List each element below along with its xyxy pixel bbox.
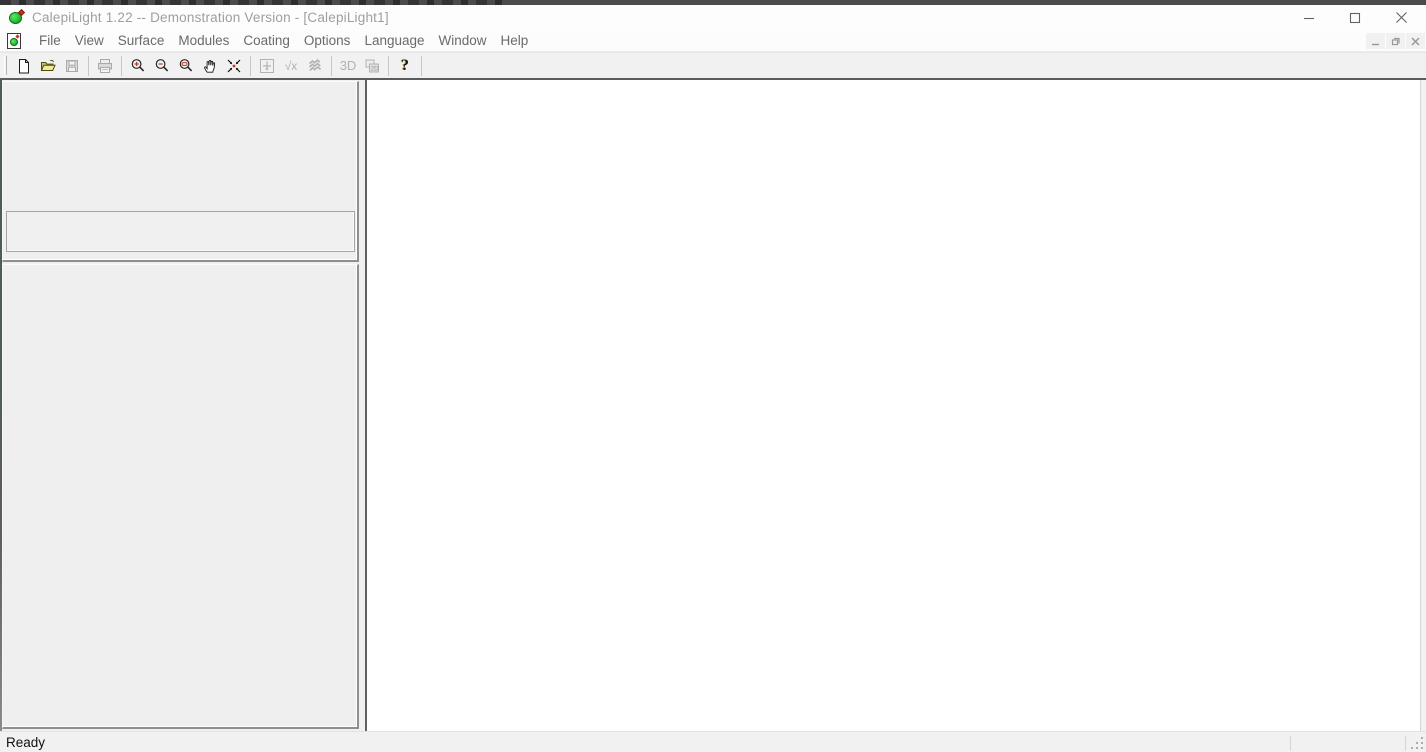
- zoom-in-button[interactable]: [126, 54, 150, 78]
- two-d-label: 2D: [371, 65, 379, 72]
- status-pane-separator: [1290, 736, 1291, 751]
- zoom-window-button[interactable]: [174, 54, 198, 78]
- menu-language[interactable]: Language: [357, 30, 431, 51]
- print-button: [93, 54, 117, 78]
- window-title: CalepiLight 1.22 -- Demonstration Versio…: [32, 10, 389, 25]
- menu-coating[interactable]: Coating: [236, 30, 297, 51]
- printer-icon: [97, 58, 113, 74]
- new-document-button[interactable]: [12, 54, 36, 78]
- resize-grip[interactable]: [1409, 735, 1423, 749]
- insert-plot-button: [255, 54, 279, 78]
- close-icon: [1395, 11, 1408, 24]
- help-question-icon: ?: [401, 58, 409, 74]
- minimize-icon: [1303, 12, 1315, 24]
- toolbar: √x 3D 2D ?: [0, 52, 1426, 80]
- save-floppy-icon: [64, 58, 80, 74]
- mdi-restore-icon: [1391, 36, 1401, 46]
- mdi-close-button[interactable]: [1406, 33, 1425, 49]
- close-button[interactable]: [1378, 5, 1424, 30]
- control-panel-bottom[interactable]: [2, 264, 359, 729]
- mesh-stack-icon: [307, 58, 323, 74]
- surface-mesh-button: [303, 54, 327, 78]
- zoom-out-icon: [154, 58, 170, 74]
- toolbar-grip[interactable]: [4, 56, 7, 75]
- collapse-arrows-icon: [226, 58, 242, 74]
- zoom-in-icon: [130, 58, 146, 74]
- toolbar-separator: [88, 56, 89, 76]
- minimize-button[interactable]: [1286, 5, 1332, 30]
- save-button: [60, 54, 84, 78]
- menu-file[interactable]: File: [32, 30, 68, 51]
- toolbar-separator: [421, 56, 422, 76]
- red-gem-icon: [15, 34, 19, 38]
- title-bar: CalepiLight 1.22 -- Demonstration Versio…: [0, 5, 1426, 30]
- mdi-child-controls: [1365, 33, 1425, 49]
- zoom-out-button[interactable]: [150, 54, 174, 78]
- three-d-to-two-d-icon: 2D: [364, 58, 380, 74]
- status-message: Ready: [6, 735, 45, 750]
- control-panel-top[interactable]: [2, 81, 359, 262]
- maximize-button[interactable]: [1332, 5, 1378, 30]
- zoom-window-icon: [178, 58, 194, 74]
- maximize-icon: [1349, 12, 1361, 24]
- mdi-minimize-button[interactable]: [1366, 33, 1385, 49]
- document-canvas[interactable]: [365, 80, 1421, 731]
- window-controls: [1286, 5, 1424, 30]
- help-button[interactable]: ?: [393, 54, 417, 78]
- mdi-restore-button[interactable]: [1386, 33, 1405, 49]
- sqrt-x-icon: √x: [285, 59, 298, 73]
- mdi-close-icon: [1411, 37, 1420, 46]
- menu-help[interactable]: Help: [494, 30, 536, 51]
- control-panel-inset-field[interactable]: [6, 211, 355, 252]
- toolbar-separator: [250, 56, 251, 76]
- open-file-button[interactable]: [36, 54, 60, 78]
- menu-window[interactable]: Window: [432, 30, 494, 51]
- toolbar-separator: [388, 56, 389, 76]
- toolbar-separator: [331, 56, 332, 76]
- menu-bar: File View Surface Modules Coating Option…: [0, 30, 1426, 52]
- hand-icon: [202, 58, 218, 74]
- pan-button[interactable]: [198, 54, 222, 78]
- toolbar-separator: [121, 56, 122, 76]
- app-icon: [9, 10, 24, 25]
- open-folder-icon: [40, 58, 56, 74]
- plot-axes-icon: [259, 58, 275, 74]
- mdi-document-icon[interactable]: [7, 33, 21, 49]
- menu-modules[interactable]: Modules: [171, 30, 236, 51]
- view-3d-button: 3D: [336, 54, 360, 78]
- fit-view-button[interactable]: [222, 54, 246, 78]
- convert-3d-2d-button: 2D: [360, 54, 384, 78]
- workspace: [0, 80, 1426, 731]
- formula-button: √x: [279, 54, 303, 78]
- menu-items: File View Surface Modules Coating Option…: [32, 30, 535, 51]
- menu-view[interactable]: View: [68, 30, 111, 51]
- mdi-minimize-icon: [1371, 37, 1380, 46]
- status-bar: Ready: [0, 731, 1426, 752]
- status-pane-separator: [1405, 736, 1406, 751]
- menu-options[interactable]: Options: [297, 30, 358, 51]
- menu-surface[interactable]: Surface: [111, 30, 172, 51]
- new-document-icon: [16, 58, 32, 74]
- three-d-icon: 3D: [340, 58, 357, 73]
- right-window-gutter: [1422, 80, 1426, 731]
